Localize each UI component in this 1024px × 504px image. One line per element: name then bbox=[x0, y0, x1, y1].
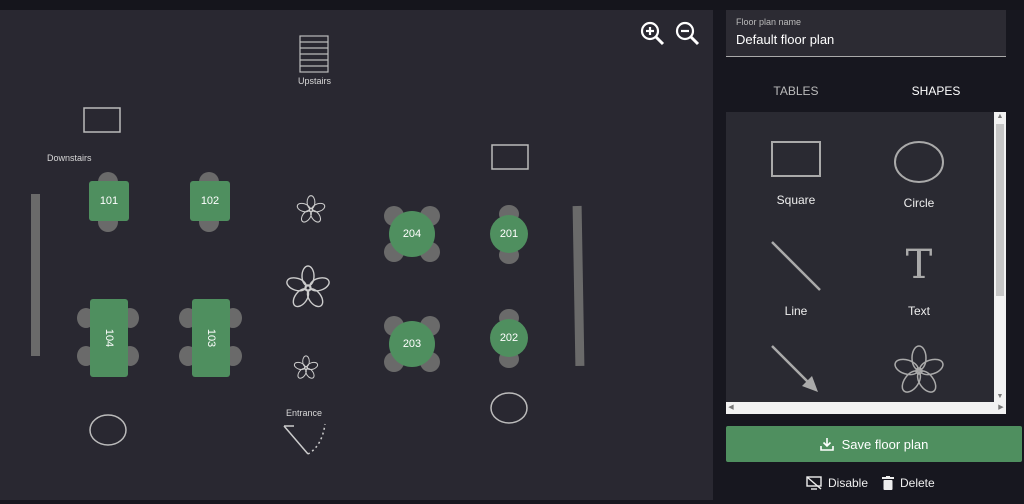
shape-line[interactable]: Line bbox=[736, 240, 856, 330]
entrance-door-shape bbox=[283, 423, 326, 455]
shape-line-label: Line bbox=[784, 304, 808, 318]
table-101[interactable]: 101 bbox=[89, 181, 129, 221]
floor-plan-name-field[interactable]: Floor plan name Default floor plan bbox=[726, 10, 1006, 57]
table-204[interactable]: 204 bbox=[389, 211, 435, 257]
flower-shape bbox=[286, 265, 330, 308]
flower-shape bbox=[296, 195, 326, 223]
stairs-shape bbox=[299, 35, 329, 73]
square-shape bbox=[491, 144, 529, 170]
table-104[interactable]: 104 bbox=[90, 299, 128, 377]
chairs bbox=[77, 172, 519, 372]
shapes-vertical-scrollbar[interactable]: ▲ ▼ bbox=[994, 112, 1006, 402]
shape-text-label: Text bbox=[907, 304, 930, 318]
table-104-label: 104 bbox=[102, 328, 115, 348]
circle-shape bbox=[89, 414, 127, 446]
save-floor-plan-label: Save floor plan bbox=[841, 436, 929, 452]
circle-shape-icon bbox=[894, 141, 944, 183]
floor-plan-name-label: Floor plan name bbox=[736, 17, 802, 27]
label-upstairs: Upstairs bbox=[298, 76, 332, 86]
zoom-out-icon[interactable] bbox=[674, 20, 702, 48]
label-downstairs: Downstairs bbox=[47, 153, 92, 163]
shape-square[interactable]: Square bbox=[736, 140, 856, 230]
circle-shape bbox=[490, 392, 528, 424]
disable-label: Disable bbox=[828, 476, 869, 490]
scroll-right-arrow-icon[interactable]: ▶ bbox=[996, 402, 1006, 414]
label-entrance: Entrance bbox=[286, 408, 323, 418]
flower-shape-icon bbox=[894, 345, 944, 393]
table-203[interactable]: 203 bbox=[389, 321, 435, 367]
screen-off-icon bbox=[806, 476, 822, 490]
flower-shape bbox=[293, 355, 319, 379]
side-panel: Floor plan name Default floor plan TABLE… bbox=[713, 10, 1024, 504]
wall-left bbox=[31, 194, 40, 356]
disable-button[interactable]: Disable bbox=[806, 476, 868, 490]
shape-text[interactable]: T Text bbox=[859, 240, 979, 330]
tab-shapes[interactable]: SHAPES bbox=[866, 80, 1006, 114]
table-103-label: 103 bbox=[204, 328, 217, 348]
shapes-list: Square Circle Line T Text bbox=[726, 112, 1006, 402]
scroll-up-arrow-icon[interactable]: ▲ bbox=[994, 112, 1006, 122]
save-floor-plan-button[interactable]: Save floor plan bbox=[726, 426, 1022, 462]
tab-tables[interactable]: TABLES bbox=[726, 80, 866, 112]
shape-arrow[interactable] bbox=[736, 340, 856, 402]
panel-tabs: TABLES SHAPES bbox=[726, 80, 1020, 114]
table-102[interactable]: 102 bbox=[190, 181, 230, 221]
line-shape-icon bbox=[771, 241, 821, 291]
square-shape-icon bbox=[771, 141, 821, 177]
top-bar bbox=[0, 0, 1024, 10]
shape-flower[interactable] bbox=[859, 342, 979, 402]
shape-square-label: Square bbox=[776, 193, 816, 207]
shape-circle-label: Circle bbox=[903, 196, 935, 210]
wall-right bbox=[572, 205, 585, 367]
floor-plan-name-input[interactable]: Default floor plan bbox=[736, 32, 834, 47]
download-icon bbox=[819, 438, 834, 451]
delete-button[interactable]: Delete bbox=[882, 476, 935, 490]
delete-label: Delete bbox=[900, 476, 935, 490]
shapes-horizontal-scrollbar[interactable]: ◀ ▶ bbox=[726, 402, 1006, 414]
table-103[interactable]: 103 bbox=[192, 299, 230, 377]
scroll-left-arrow-icon[interactable]: ◀ bbox=[726, 402, 736, 414]
scroll-thumb[interactable] bbox=[996, 124, 1004, 296]
trash-icon bbox=[882, 476, 894, 490]
floor-plan-shapes bbox=[31, 35, 585, 455]
table-201[interactable]: 201 bbox=[490, 215, 528, 253]
text-shape-icon: T bbox=[906, 242, 933, 284]
floor-plan-canvas[interactable]: Downstairs Upstairs Entrance 101 102 104… bbox=[0, 10, 713, 500]
scroll-down-arrow-icon[interactable]: ▼ bbox=[994, 392, 1006, 402]
square-shape bbox=[83, 107, 121, 133]
zoom-in-icon[interactable] bbox=[639, 20, 667, 48]
table-202[interactable]: 202 bbox=[490, 319, 528, 357]
shape-circle[interactable]: Circle bbox=[859, 140, 979, 230]
